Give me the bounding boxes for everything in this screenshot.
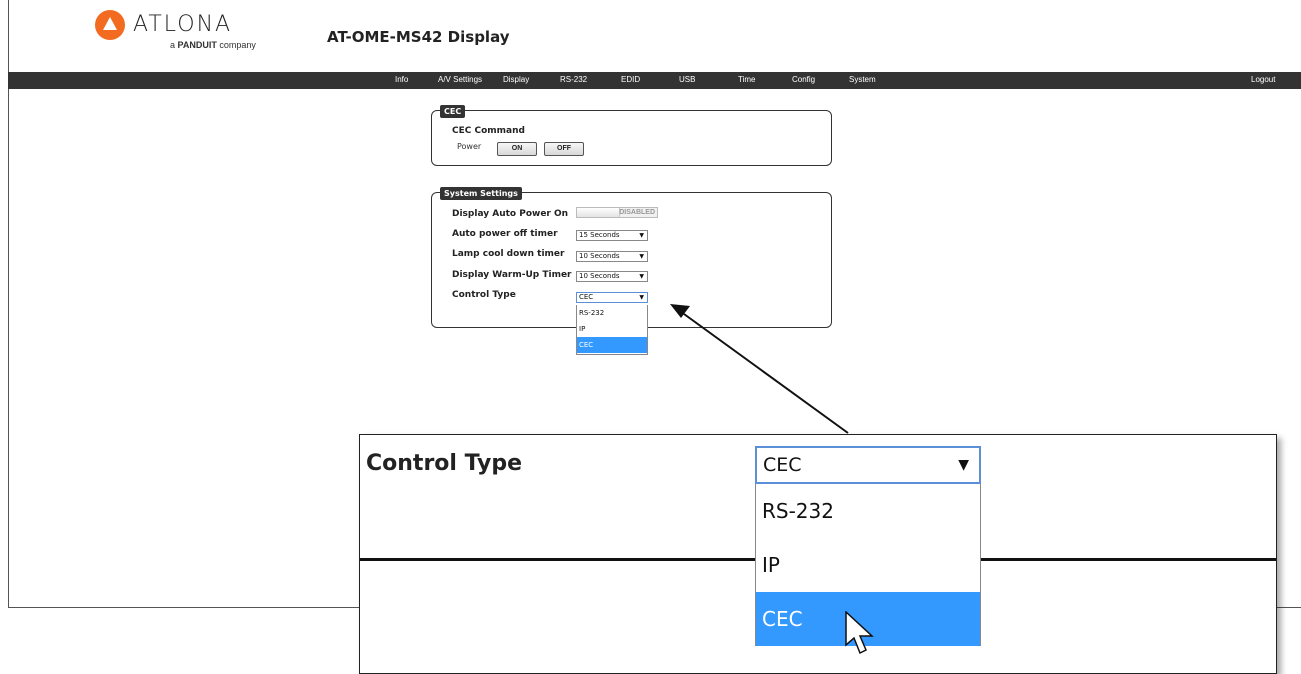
zoom-control-type-label: Control Type (366, 451, 523, 476)
callout-arrow-line (683, 313, 849, 434)
zoom-option-ip[interactable]: IP (756, 538, 980, 592)
zoom-control-type-select[interactable]: CEC ▼ (755, 446, 981, 484)
mouse-pointer-icon (845, 611, 874, 655)
zoom-callout: Control Type CEC ▼ RS-232 IP CEC (359, 434, 1277, 674)
chevron-down-icon: ▼ (958, 457, 969, 473)
zoom-control-type-value: CEC (763, 454, 802, 476)
zoom-option-rs232[interactable]: RS-232 (756, 484, 980, 538)
